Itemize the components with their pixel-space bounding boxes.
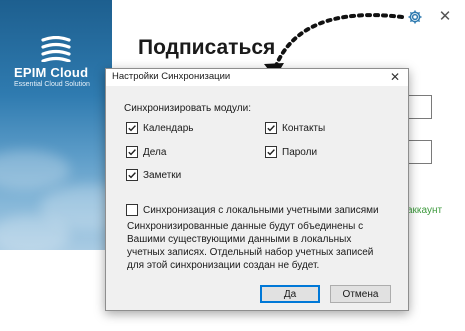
cloud-decoration <box>0 150 70 190</box>
checkbox[interactable] <box>265 146 277 158</box>
local-sync-checkbox[interactable]: Синхронизация с локальными учетными запи… <box>126 204 379 216</box>
checkbox-label: Календарь <box>143 122 194 134</box>
checkbox-label: Синхронизация с локальными учетными запи… <box>143 204 379 216</box>
brand-tagline: Essential Cloud Solution <box>14 81 90 88</box>
sync-description: Синхронизированные данные будут объедине… <box>127 221 374 271</box>
checkbox-label: Пароли <box>282 146 318 158</box>
checkbox[interactable] <box>126 122 138 134</box>
notes-checkbox[interactable]: Заметки <box>126 169 181 181</box>
checkmark-icon <box>128 149 136 156</box>
sync-settings-dialog: Настройки Синхронизации ✕ Синхронизирова… <box>105 68 409 311</box>
checkbox[interactable] <box>126 204 138 216</box>
calendar-checkbox[interactable]: Календарь <box>126 122 193 134</box>
checkbox[interactable] <box>126 169 138 181</box>
epim-logo-icon <box>41 36 71 62</box>
tasks-checkbox[interactable]: Дела <box>126 146 166 158</box>
modules-label: Синхронизировать модули: <box>124 103 251 114</box>
window-close-button[interactable]: ✕ <box>437 8 453 24</box>
ok-button[interactable]: Да <box>260 285 320 303</box>
passwords-checkbox[interactable]: Пароли <box>265 146 317 158</box>
cancel-button[interactable]: Отмена <box>330 285 391 303</box>
contacts-checkbox[interactable]: Контакты <box>265 122 325 134</box>
checkmark-icon <box>128 125 136 132</box>
page-title: Подписаться <box>138 36 276 59</box>
close-icon[interactable]: ✕ <box>388 70 402 84</box>
dialog-titlebar[interactable]: Настройки Синхронизации ✕ <box>106 69 408 86</box>
checkbox-label: Контакты <box>282 122 326 134</box>
checkmark-icon <box>267 125 275 132</box>
brand-panel: EPIM Cloud Essential Cloud Solution <box>0 0 112 250</box>
checkbox[interactable] <box>126 146 138 158</box>
close-icon: ✕ <box>438 7 452 25</box>
checkbox-label: Дела <box>143 146 167 158</box>
dialog-title: Настройки Синхронизации <box>112 71 231 82</box>
gear-icon[interactable] <box>407 9 423 25</box>
checkbox-label: Заметки <box>143 169 182 181</box>
account-link[interactable]: аккаунт <box>407 205 442 216</box>
checkbox[interactable] <box>265 122 277 134</box>
checkmark-icon <box>128 172 136 179</box>
checkmark-icon <box>267 149 275 156</box>
brand-name: EPIM Cloud <box>14 65 89 80</box>
